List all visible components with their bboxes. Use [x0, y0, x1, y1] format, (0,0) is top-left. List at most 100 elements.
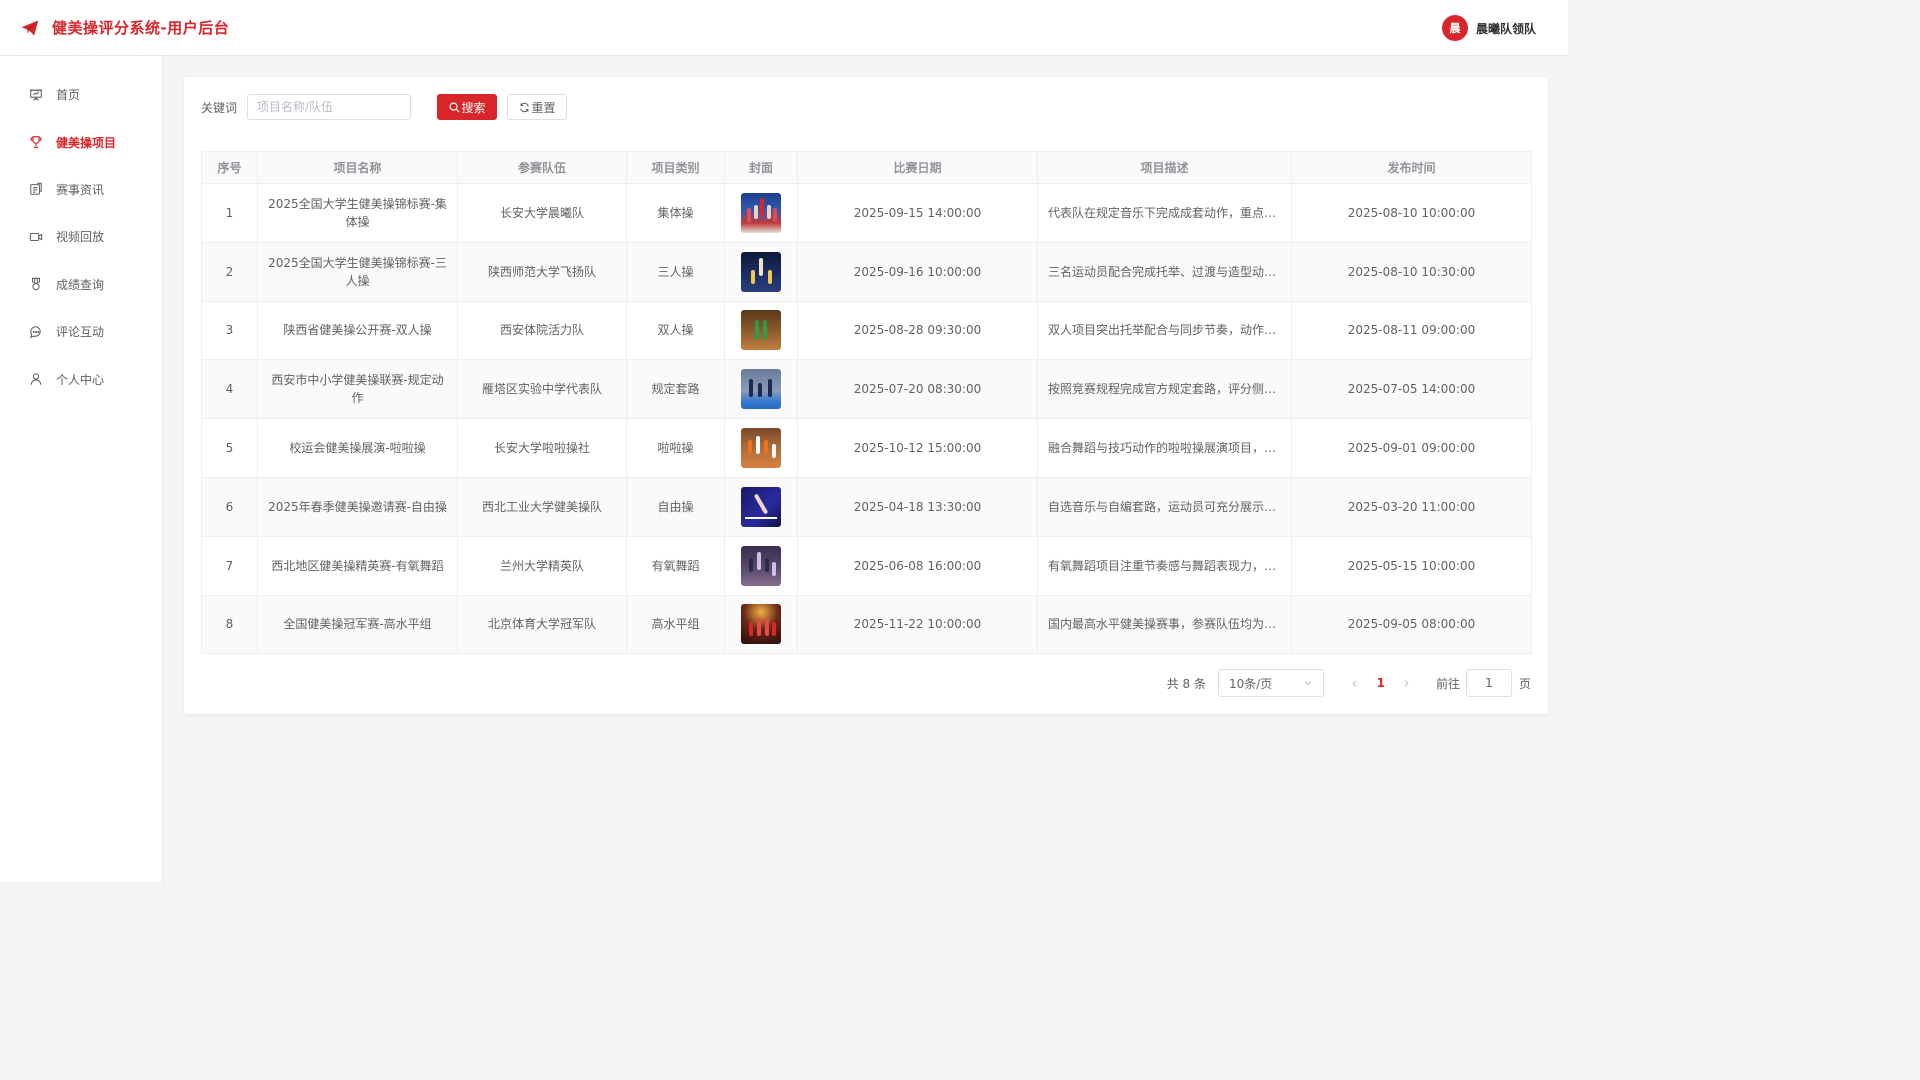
table-row[interactable]: 6 2025年春季健美操邀请赛-自由操 西北工业大学健美操队 自由操 2025-…	[201, 476, 1532, 537]
project-name: 全国健美操冠军赛-高水平组	[257, 594, 458, 655]
cover-cell	[724, 418, 798, 478]
row-number: 2	[201, 241, 258, 302]
total-count: 共 8 条	[1166, 676, 1206, 691]
cover-cell	[724, 476, 798, 537]
match-date: 2025-06-08 16:00:00	[797, 535, 1038, 596]
table-header-row: 序号 项目名称 参赛队伍 项目类别 封面 比赛日期 项目描述 发布时间	[201, 151, 1532, 184]
project-category: 自由操	[626, 476, 725, 537]
cover-image[interactable]	[741, 604, 781, 645]
cover-image[interactable]	[741, 310, 781, 351]
cover-cell	[724, 535, 798, 596]
goto-label: 前往	[1435, 676, 1460, 691]
publish-time: 2025-08-10 10:00:00	[1291, 183, 1532, 243]
table-row[interactable]: 2 2025全国大学生健美操锦标赛-三人操 陕西师范大学飞扬队 三人操 2025…	[201, 241, 1532, 302]
project-description: 三名运动员配合完成托举、过渡与造型动作，考查默契程度	[1037, 241, 1292, 302]
cover-cell	[724, 594, 798, 655]
reset-button[interactable]: 重置	[507, 94, 568, 120]
sidebar-item-home[interactable]: 首页	[0, 71, 162, 118]
table-row[interactable]: 5 校运会健美操展演-啦啦操 长安大学啦啦操社 啦啦操 2025-10-12 1…	[201, 418, 1532, 478]
project-category: 双人操	[626, 300, 725, 361]
sidebar-item-label: 成绩查询	[56, 277, 105, 292]
column-header: 项目名称	[257, 151, 458, 184]
table-row[interactable]: 3 陕西省健美操公开赛-双人操 西安体院活力队 双人操 2025-08-28 0…	[201, 300, 1532, 361]
search-button[interactable]: 搜索	[437, 94, 498, 120]
project-description: 有氧舞蹈项目注重节奏感与舞蹈表现力，动作连贯性强	[1037, 535, 1292, 596]
sidebar-item-label: 健美操项目	[56, 135, 117, 150]
app-title: 健美操评分系统-用户后台	[52, 19, 230, 37]
row-number: 6	[201, 476, 258, 537]
chevron-right-icon	[1405, 679, 1410, 687]
project-name: 校运会健美操展演-啦啦操	[257, 418, 458, 478]
cover-image[interactable]	[741, 428, 781, 469]
pagination: 共 8 条 10条/页 1 前往 页	[1167, 669, 1531, 697]
sidebar-item-score-query[interactable]: 成绩查询	[0, 261, 162, 308]
table-row[interactable]: 7 西北地区健美操精英赛-有氧舞蹈 兰州大学精英队 有氧舞蹈 2025-06-0…	[201, 535, 1532, 596]
project-category: 啦啦操	[626, 418, 725, 478]
cover-image[interactable]	[741, 192, 781, 233]
publish-time: 2025-08-11 09:00:00	[1291, 300, 1532, 361]
sidebar-item-profile[interactable]: 个人中心	[0, 355, 162, 402]
row-number: 3	[201, 300, 258, 361]
app-logo[interactable]: 健美操评分系统-用户后台	[20, 17, 229, 38]
publish-time: 2025-05-15 10:00:00	[1291, 535, 1532, 596]
project-name: 陕西省健美操公开赛-双人操	[257, 300, 458, 361]
project-description: 融合舞蹈与技巧动作的啦啦操展演项目，强调团队氛围	[1037, 418, 1292, 478]
cover-image[interactable]	[741, 486, 781, 527]
column-header: 项目类别	[626, 151, 725, 184]
column-header: 序号	[201, 151, 258, 184]
table-row[interactable]: 8 全国健美操冠军赛-高水平组 北京体育大学冠军队 高水平组 2025-11-2…	[201, 594, 1532, 655]
user-icon	[28, 371, 44, 387]
cover-cell	[724, 241, 798, 302]
prev-page-button[interactable]	[1346, 669, 1364, 697]
publish-time: 2025-08-10 10:30:00	[1291, 241, 1532, 302]
top-header: 健美操评分系统-用户后台 晨 晨曦队领队	[0, 0, 1568, 56]
sidebar-item-news[interactable]: 赛事资讯	[0, 166, 162, 213]
table-row[interactable]: 1 2025全国大学生健美操锦标赛-集体操 长安大学晨曦队 集体操 2025-0…	[201, 183, 1532, 243]
project-description: 按照竞赛规程完成官方规定套路，评分侧重动作规范性	[1037, 359, 1292, 420]
match-date: 2025-07-20 08:30:00	[797, 359, 1038, 420]
sidebar-item-label: 视频回放	[56, 230, 105, 245]
cover-cell	[724, 183, 798, 243]
search-input[interactable]	[247, 94, 412, 120]
match-date: 2025-11-22 10:00:00	[797, 594, 1038, 655]
project-description: 双人项目突出托举配合与同步节奏，动作编排要求流畅	[1037, 300, 1292, 361]
sidebar-item-video-replay[interactable]: 视频回放	[0, 213, 162, 260]
chat-bubble-icon	[28, 324, 44, 340]
cover-image[interactable]	[741, 545, 781, 586]
match-date: 2025-10-12 15:00:00	[797, 418, 1038, 478]
avatar[interactable]: 晨	[1441, 15, 1468, 41]
sidebar-item-comments[interactable]: 评论互动	[0, 308, 162, 355]
chevron-left-icon	[1352, 679, 1357, 687]
team-name: 长安大学啦啦操社	[457, 418, 627, 478]
next-page-button[interactable]	[1398, 669, 1416, 697]
cover-image[interactable]	[741, 251, 781, 292]
keyword-label: 关键词	[201, 100, 238, 115]
page-number-active[interactable]: 1	[1368, 676, 1394, 690]
team-name: 兰州大学精英队	[457, 535, 627, 596]
row-number: 5	[201, 418, 258, 478]
row-number: 7	[201, 535, 258, 596]
project-category: 集体操	[626, 183, 725, 243]
cover-image[interactable]	[741, 369, 781, 410]
column-header: 比赛日期	[797, 151, 1038, 184]
column-header: 项目描述	[1037, 151, 1292, 184]
user-name[interactable]: 晨曦队领队	[1476, 20, 1536, 37]
project-category: 有氧舞蹈	[626, 535, 725, 596]
sidebar-item-label: 评论互动	[56, 325, 105, 340]
project-list-card: 关键词 搜索 重置 序号 项目名称 参赛队伍 项目类别 封面 比赛日期 项目描述…	[184, 77, 1548, 714]
trophy-icon	[28, 134, 44, 150]
team-name: 陕西师范大学飞扬队	[457, 241, 627, 302]
chevron-down-icon	[1304, 681, 1312, 686]
user-menu[interactable]: 晨 晨曦队领队	[1441, 15, 1536, 41]
cover-cell	[724, 300, 798, 361]
project-name: 2025全国大学生健美操锦标赛-三人操	[257, 241, 458, 302]
match-date: 2025-04-18 13:30:00	[797, 476, 1038, 537]
project-description: 国内最高水平健美操赛事，参赛队伍均为历届优胜队伍	[1037, 594, 1292, 655]
table-row[interactable]: 4 西安市中小学健美操联赛-规定动作 雁塔区实验中学代表队 规定套路 2025-…	[201, 359, 1532, 420]
goto-page-input[interactable]	[1465, 669, 1512, 697]
sidebar-item-label: 首页	[56, 88, 81, 103]
sidebar-item-aerobics-projects[interactable]: 健美操项目	[0, 118, 162, 165]
medal-icon	[28, 276, 44, 292]
page-size-select[interactable]: 10条/页	[1217, 669, 1324, 697]
project-category: 规定套路	[626, 359, 725, 420]
